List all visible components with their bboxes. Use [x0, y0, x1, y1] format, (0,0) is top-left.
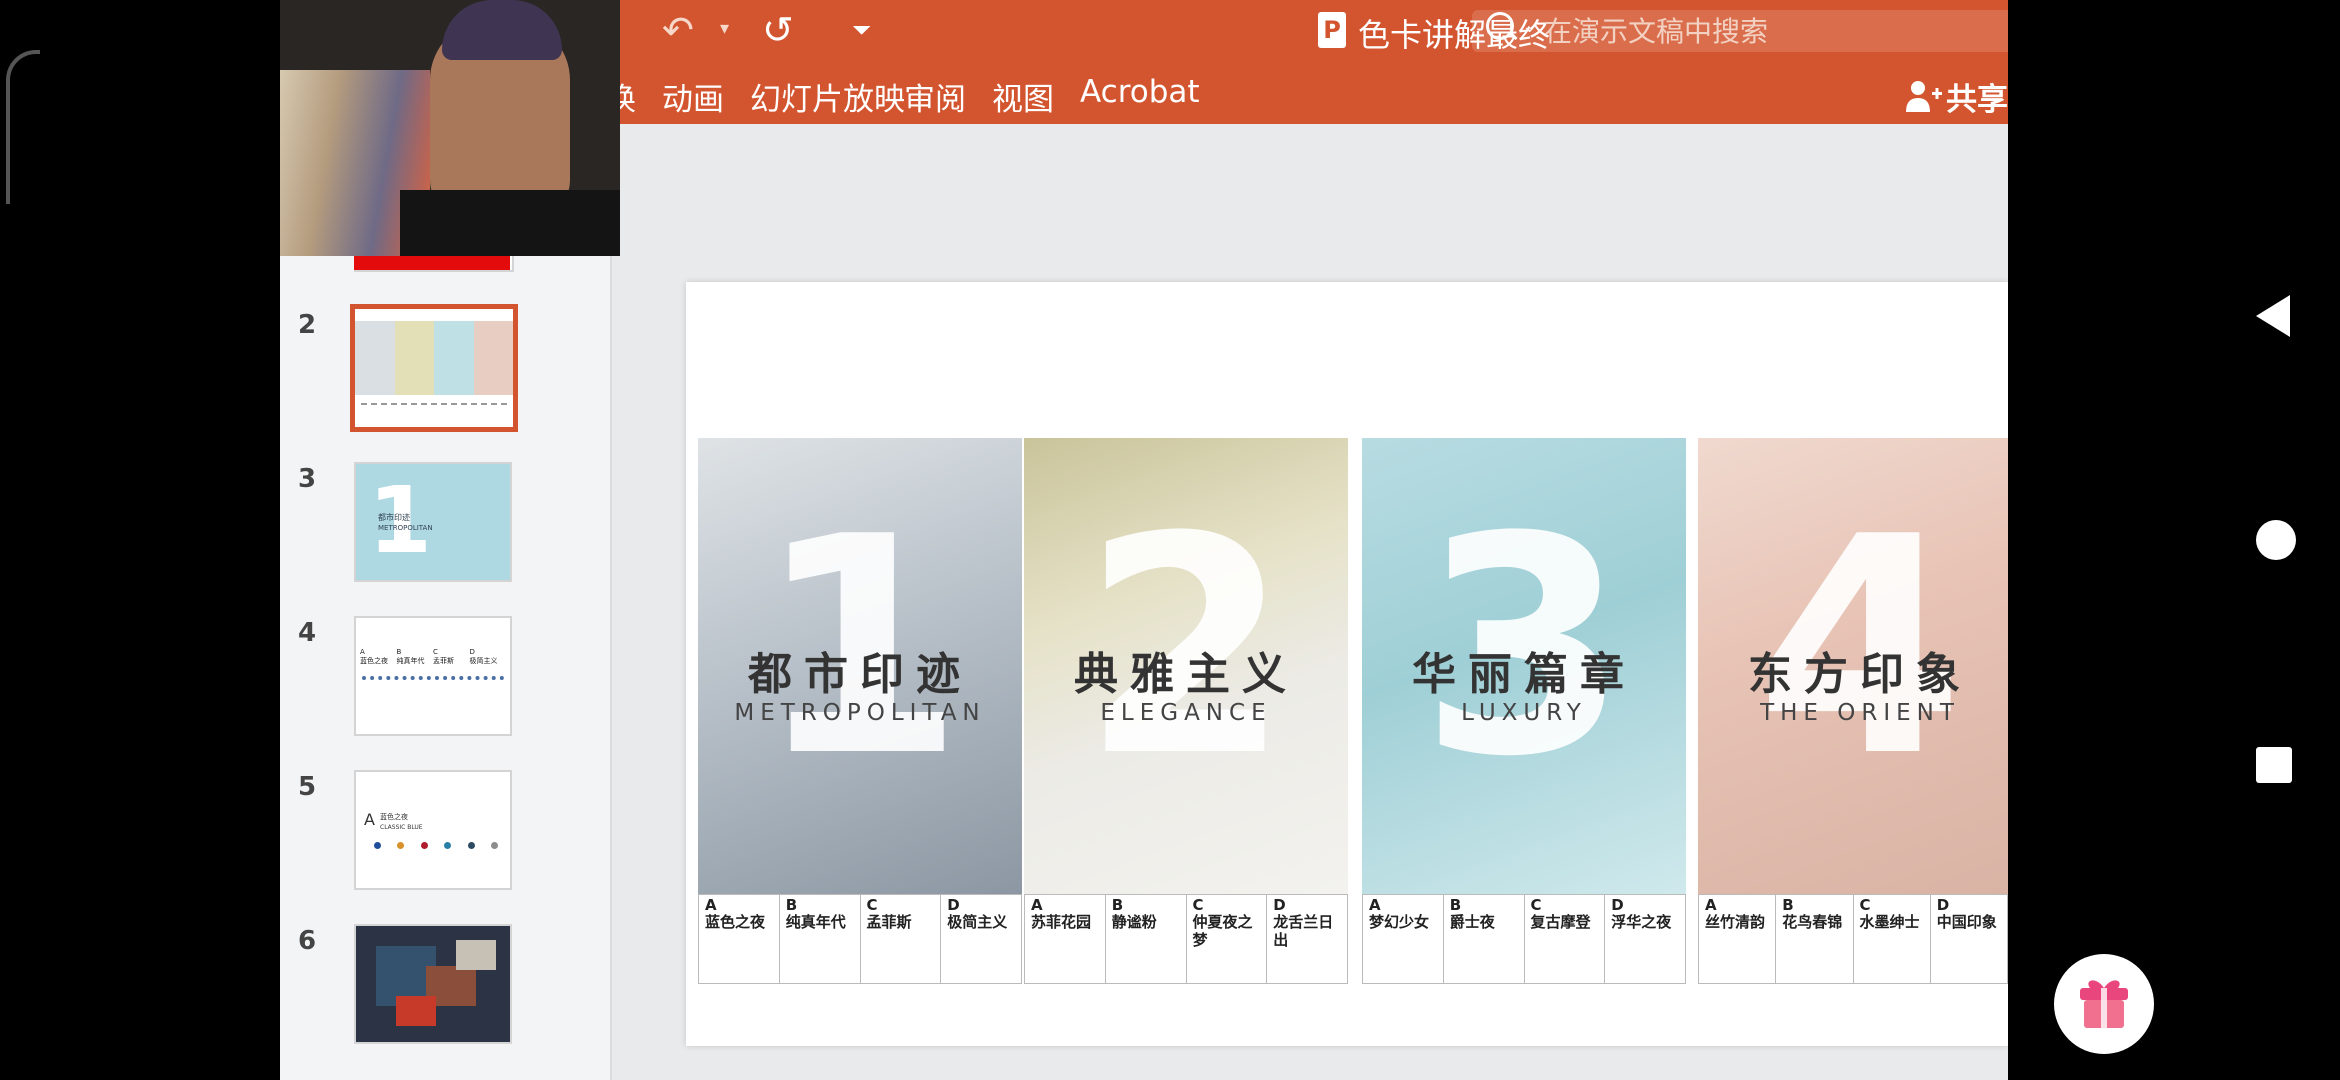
panel-3-sub-d: D 浮华之夜 [1605, 894, 1686, 984]
gift-icon [2080, 980, 2128, 1028]
panel-2-title: 典雅主义 [1074, 649, 1298, 700]
thumb-5-subtitle: CLASSIC BLUE [380, 824, 423, 831]
panel-1-title: 都市印迹 [748, 649, 972, 700]
panel-4-sub-a: A 丝竹清韵 [1698, 894, 1777, 984]
panel-3-title: 华丽篇章 [1412, 649, 1636, 700]
panel-3-sub-b: B 爵士夜 [1443, 894, 1525, 984]
panel-4-sub-row: A 丝竹清韵 B 花鸟春锦 C 水墨绅士 D 中国印象 [1698, 894, 2008, 984]
edge-arc-decoration [6, 50, 40, 204]
thumb-4-name-d: 极简主义 [469, 657, 498, 665]
panel-2-sub-row: A 苏菲花园 B 静谧粉 C 仲夏夜之梦 D 龙舌兰日出 [1024, 894, 1348, 984]
search-options-caret-icon[interactable]: ⌄ [1522, 16, 1537, 37]
panel-2-sub-b: B 静谧粉 [1105, 894, 1187, 984]
add-person-icon[interactable] [1904, 78, 1944, 114]
left-letterbox [0, 0, 280, 1080]
slide-number-6: 6 [298, 926, 317, 956]
panel-4-sub-b: B 花鸟春锦 [1776, 894, 1854, 984]
panel-4-subtitle: THE ORIENT [1760, 700, 1960, 726]
panel-4[interactable]: 4 东方印象 THE ORIENT [1698, 438, 2008, 894]
panel-4-sub-d: D 中国印象 [1930, 894, 2008, 984]
panel-2-subtitle: ELEGANCE [1100, 700, 1272, 726]
presenter-shirt [400, 190, 620, 256]
panel-3-subtitle: LUXURY [1461, 700, 1587, 726]
search-input[interactable] [1542, 10, 2008, 52]
panel-1-subtitle: METROPOLITAN [734, 700, 986, 726]
webcam-overlay [280, 0, 620, 256]
thumb-4-name-b: 纯真年代 [396, 657, 425, 665]
slide-thumb-4[interactable]: A 蓝色之夜 B 纯真年代 C 孟菲斯 D 极简主义 [354, 616, 512, 736]
slide-thumb-6[interactable] [354, 924, 512, 1044]
tab-review[interactable]: 审阅 [904, 74, 966, 119]
panel-1-sub-c: C 孟菲斯 [860, 894, 942, 984]
undo-dropdown-icon[interactable]: ▾ [720, 18, 729, 39]
slide-number-3: 3 [298, 464, 317, 494]
panel-2[interactable]: 2 典雅主义 ELEGANCE [1024, 438, 1348, 894]
recent-apps-icon[interactable] [2256, 747, 2292, 783]
tab-acrobat[interactable]: Acrobat [1080, 74, 1200, 110]
thumb-5-color-dots [374, 842, 498, 850]
home-icon[interactable] [2256, 520, 2296, 560]
search-icon[interactable] [1486, 12, 1514, 40]
slide-number-4: 4 [298, 618, 317, 648]
panel-1-sub-row: A 蓝色之夜 B 纯真年代 C 孟菲斯 D 极简主义 [698, 894, 1022, 984]
powerpoint-doc-icon: P [1318, 12, 1346, 48]
customize-toolbar-icon[interactable]: ⏷ [852, 16, 871, 44]
thumb-3-title: 都市印迹 [378, 513, 410, 522]
tab-animations[interactable]: 动画 [662, 74, 724, 119]
panel-3-sub-c: C 复古摩登 [1524, 894, 1606, 984]
slide-canvas[interactable]: 1 都市印迹 METROPOLITAN 2 典雅主义 ELEGANCE 3 华丽… [686, 282, 2008, 1046]
panel-3[interactable]: 3 华丽篇章 LUXURY [1362, 438, 1686, 894]
panel-1-sub-d: D 极简主义 [941, 894, 1022, 984]
thumb-4-name-a: 蓝色之夜 [360, 657, 388, 665]
redo-icon[interactable]: ↺ [762, 8, 794, 52]
tab-slideshow[interactable]: 幻灯片放映 [750, 74, 905, 119]
thumb-4-letter-c: C [433, 648, 438, 656]
share-button[interactable]: 共享 [1946, 74, 2008, 119]
presenter-hair [442, 0, 562, 60]
thumb-5-letter: A [364, 810, 375, 829]
thumb-4-letter-a: A [360, 648, 365, 656]
panel-1[interactable]: 1 都市印迹 METROPOLITAN [698, 438, 1022, 894]
thumb-4-letter-d: D [469, 648, 475, 656]
panel-3-sub-a: A 梦幻少女 [1362, 894, 1444, 984]
slide-thumb-3[interactable]: 1 都市印迹 METROPOLITAN [354, 462, 512, 582]
panel-2-sub-d: D 龙舌兰日出 [1267, 894, 1348, 984]
slide-thumb-2[interactable] [350, 304, 518, 432]
panel-4-sub-c: C 水墨绅士 [1853, 894, 1931, 984]
panel-2-sub-a: A 苏菲花园 [1024, 894, 1106, 984]
slide-number-5: 5 [298, 772, 317, 802]
panel-4-title: 东方印象 [1748, 649, 1972, 700]
thumb-5-name: 蓝色之夜 [380, 813, 408, 821]
thumb-3-subtitle: METROPOLITAN [378, 524, 433, 532]
gift-button[interactable] [2054, 954, 2154, 1054]
slide-number-2: 2 [298, 310, 317, 340]
panel-3-sub-row: A 梦幻少女 B 爵士夜 C 复古摩登 D 浮华之夜 [1362, 894, 1686, 984]
panel-1-sub-a: A 蓝色之夜 [698, 894, 780, 984]
thumb-4-letter-b: B [396, 648, 402, 656]
panel-2-sub-c: C 仲夏夜之梦 [1186, 894, 1268, 984]
slide-thumb-5[interactable]: A 蓝色之夜 CLASSIC BLUE [354, 770, 512, 890]
panel-1-sub-b: B 纯真年代 [779, 894, 861, 984]
back-icon[interactable] [2256, 295, 2290, 337]
thumb-4-name-c: 孟菲斯 [433, 657, 454, 665]
undo-icon[interactable]: ↶ [662, 8, 694, 52]
tab-view[interactable]: 视图 [992, 74, 1054, 119]
